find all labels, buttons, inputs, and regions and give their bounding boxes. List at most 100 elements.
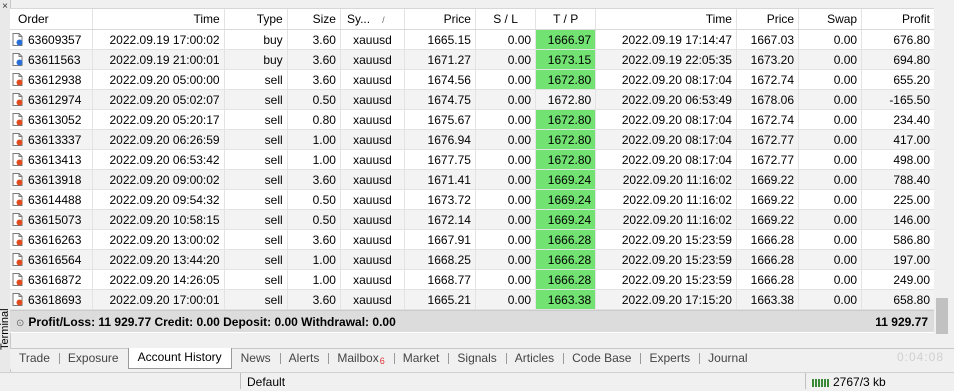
tab-account-history[interactable]: Account History [127,348,232,369]
cell-price: 1677.75 [405,150,476,169]
cell-close-price: 1673.20 [737,50,800,69]
tab-experts[interactable]: Experts [640,349,699,369]
sell-order-icon [12,233,23,246]
cell-size-text: 3.60 [312,73,336,87]
scrollbar-thumb[interactable] [936,298,948,334]
cell-swap: 0.00 [799,170,863,189]
tab-news[interactable]: News [232,349,280,369]
cell-profit-text: 694.80 [893,53,931,67]
cell-tp-text: 1672.80 [547,153,592,167]
table-row[interactable]: 63611563 2022.09.19 21:00:01 buy 3.60 xauusd… [10,50,934,70]
cell-close-price: 1672.74 [737,70,800,89]
history-table: Order Time Type Size Sy... / Price S / L … [10,8,934,333]
col-swap[interactable]: Swap [799,9,863,29]
table-row[interactable]: 63616263 2022.09.20 13:00:02 sell 3.60 xauus… [10,230,934,250]
table-row[interactable]: 63616564 2022.09.20 13:44:20 sell 1.00 xauus… [10,250,934,270]
tab-code-base[interactable]: Code Base [563,349,640,369]
col-type[interactable]: Type [225,9,288,29]
table-row[interactable]: 63615073 2022.09.20 10:58:15 sell 0.50 xauus… [10,210,934,230]
cell-price: 1665.15 [405,30,476,49]
cell-order-text: 63613052 [28,113,82,127]
cell-close-time-text: 2022.09.20 15:23:59 [621,273,732,287]
tab-alerts[interactable]: Alerts [279,349,329,369]
cell-profit-text: 498.00 [893,153,931,167]
table-row[interactable]: 63614488 2022.09.20 09:54:32 sell 0.50 xauus… [10,190,934,210]
tab-mailbox[interactable]: Mailbox6 [328,349,393,369]
table-row[interactable]: 63612974 2022.09.20 05:02:07 sell 0.50 xauus… [10,90,934,110]
cell-tp: 1666.28 [536,270,597,289]
tab-signals[interactable]: Signals [448,349,505,369]
cell-profit-text: 146.00 [893,213,931,227]
cell-tp: 1672.80 [536,110,597,129]
cell-price: 1673.72 [405,190,476,209]
table-row[interactable]: 63613918 2022.09.20 09:00:02 sell 3.60 xauus… [10,170,934,190]
cell-price: 1674.56 [405,70,476,89]
cell-time-text: 2022.09.20 13:44:20 [109,253,220,267]
col-sl[interactable]: S / L [476,9,537,29]
col-order[interactable]: Order [10,9,93,29]
table-row[interactable]: 63616872 2022.09.20 14:26:05 sell 1.00 xauus… [10,270,934,290]
cell-profit-text: 586.80 [893,233,931,247]
vertical-scrollbar[interactable] [934,8,950,348]
table-row[interactable]: 63618693 2022.09.20 17:00:01 sell 3.60 xauus… [10,290,934,310]
cell-close-price-text: 1672.74 [750,113,795,127]
tab-market[interactable]: Market [393,349,449,369]
col-close-price[interactable]: Price [737,9,800,29]
col-time[interactable]: Time [93,9,225,29]
close-icon[interactable]: × [0,2,10,12]
col-symbol[interactable]: Sy... / [341,9,406,29]
cell-order: 63616263 [10,230,93,249]
cell-symbol: xauusd [341,190,405,209]
cell-time: 2022.09.20 06:53:42 [93,150,225,169]
cell-tp: 1666.28 [536,250,597,269]
sell-order-icon [12,273,23,286]
cell-type-text: sell [264,193,283,207]
cell-size-text: 1.00 [312,273,336,287]
cell-size-text: 1.00 [312,253,336,267]
tab-journal[interactable]: Journal [699,349,756,369]
cell-profit-text: 655.20 [893,73,931,87]
tab-trade[interactable]: Trade [10,349,59,369]
cell-swap: 0.00 [799,110,863,129]
cell-time: 2022.09.20 10:58:15 [93,210,225,229]
cell-type: sell [225,110,288,129]
cell-order-text: 63618693 [28,293,82,307]
cell-price: 1674.75 [405,90,476,109]
cell-close-time-text: 2022.09.20 08:17:04 [621,113,732,127]
cell-size-text: 0.50 [312,93,336,107]
cell-swap: 0.00 [799,90,863,109]
cell-close-price-text: 1673.20 [750,53,795,67]
table-row[interactable]: 63609357 2022.09.19 17:00:02 buy 3.60 xauusd… [10,30,934,50]
table-header: Order Time Type Size Sy... / Price S / L … [10,9,934,30]
table-row[interactable]: 63613413 2022.09.20 06:53:42 sell 1.00 xauus… [10,150,934,170]
col-tp[interactable]: T / P [536,9,597,29]
cell-close-price: 1663.38 [737,290,800,309]
cell-time: 2022.09.20 06:26:59 [93,130,225,149]
col-size[interactable]: Size [288,9,341,29]
cell-close-time-text: 2022.09.20 06:53:49 [621,93,732,107]
cell-profit: 655.20 [862,70,934,89]
cell-profit: 788.40 [862,170,934,189]
cell-time: 2022.09.19 21:00:01 [93,50,225,69]
table-row[interactable]: 63613052 2022.09.20 05:20:17 sell 0.80 xauus… [10,110,934,130]
cell-order: 63614488 [10,190,93,209]
tab-exposure[interactable]: Exposure [58,349,128,369]
connection-icon [812,379,830,387]
col-close-time[interactable]: Time [596,9,737,29]
cell-tp: 1672.80 [536,150,597,169]
cell-size: 3.60 [288,170,341,189]
cell-tp-text: 1672.80 [547,73,592,87]
cell-symbol-text: xauusd [353,153,392,167]
table-row[interactable]: 63612938 2022.09.20 05:00:00 sell 3.60 xauus… [10,70,934,90]
tab-articles[interactable]: Articles [505,349,563,369]
col-profit[interactable]: Profit [862,9,934,29]
cell-symbol: xauusd [341,250,405,269]
cell-swap-text: 0.00 [833,173,858,187]
cell-size: 0.50 [288,210,341,229]
cell-order: 63609357 [10,30,93,49]
table-row[interactable]: 63613337 2022.09.20 06:26:59 sell 1.00 xauus… [10,130,934,150]
cell-close-price-text: 1666.28 [750,233,795,247]
tab-label: Experts [649,351,691,365]
col-price[interactable]: Price [405,9,476,29]
cell-sl-text: 0.00 [507,133,532,147]
